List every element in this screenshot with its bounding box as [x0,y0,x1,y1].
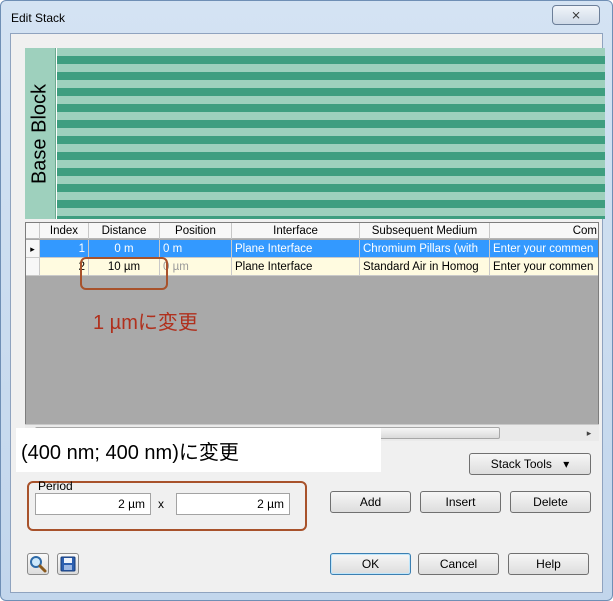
base-block-preview: Base Block [25,48,605,219]
window-title: Edit Stack [11,11,66,25]
current-row-icon: ▸ [26,240,40,258]
col-distance[interactable]: Distance [89,223,160,239]
search-button[interactable] [27,553,49,575]
col-comment[interactable]: Com [490,223,598,239]
cell-position[interactable]: 0 µm [160,258,232,276]
add-button[interactable]: Add [330,491,411,513]
col-subsequent-medium[interactable]: Subsequent Medium [360,223,490,239]
distance-annotation-text: 1 µmに変更 [93,312,198,334]
cell-subsequent-medium[interactable]: Chromium Pillars (with [360,240,490,258]
col-index[interactable]: Index [40,223,89,239]
row-header [26,258,40,276]
close-button[interactable]: ⨯ [552,5,600,25]
col-interface[interactable]: Interface [232,223,360,239]
period-x-input[interactable]: 2 µm [35,493,151,515]
cancel-button[interactable]: Cancel [418,553,499,575]
save-button[interactable] [57,553,79,575]
save-icon [60,556,76,572]
search-icon [30,556,47,573]
ok-button[interactable]: OK [330,553,411,575]
stack-tools-button[interactable]: Stack Tools ▾ [469,453,591,475]
col-position[interactable]: Position [160,223,232,239]
row-header-corner [26,223,40,239]
period-times-label: x [158,497,164,511]
close-icon: ⨯ [570,8,582,22]
cell-position[interactable]: 0 m [160,240,232,258]
scroll-right-arrow-icon[interactable]: ▸ [581,425,597,441]
base-block-label-panel: Base Block [25,48,56,219]
dropdown-arrow-icon: ▾ [563,457,570,471]
cell-comment[interactable]: Enter your commen [490,240,598,258]
stack-tools-label: Stack Tools [490,457,552,471]
cell-subsequent-medium[interactable]: Standard Air in Homog [360,258,490,276]
cell-interface[interactable]: Plane Interface [232,240,360,258]
distance-annotation-box [80,257,168,290]
insert-button[interactable]: Insert [420,491,501,513]
layer-stripes [57,48,605,219]
table-row[interactable]: ▸ 1 0 m 0 m Plane Interface Chromium Pil… [26,240,598,258]
title-bar: Edit Stack ⨯ [1,1,612,33]
grid-header: Index Distance Position Interface Subseq… [26,223,598,239]
delete-button[interactable]: Delete [510,491,591,513]
cell-index[interactable]: 1 [40,240,89,258]
period-annotation-text: (400 nm; 400 nm)に変更 [21,442,239,464]
cell-interface[interactable]: Plane Interface [232,258,360,276]
period-label: Period [38,479,73,493]
period-annotation-overlay: (400 nm; 400 nm)に変更 [16,428,381,472]
cell-comment[interactable]: Enter your commen [490,258,598,276]
base-block-label: Base Block [28,83,51,184]
edit-stack-dialog: Edit Stack ⨯ Base Block Index Distance P… [0,0,613,601]
cell-distance[interactable]: 0 m [89,240,160,258]
help-button[interactable]: Help [508,553,589,575]
period-y-input[interactable]: 2 µm [176,493,290,515]
